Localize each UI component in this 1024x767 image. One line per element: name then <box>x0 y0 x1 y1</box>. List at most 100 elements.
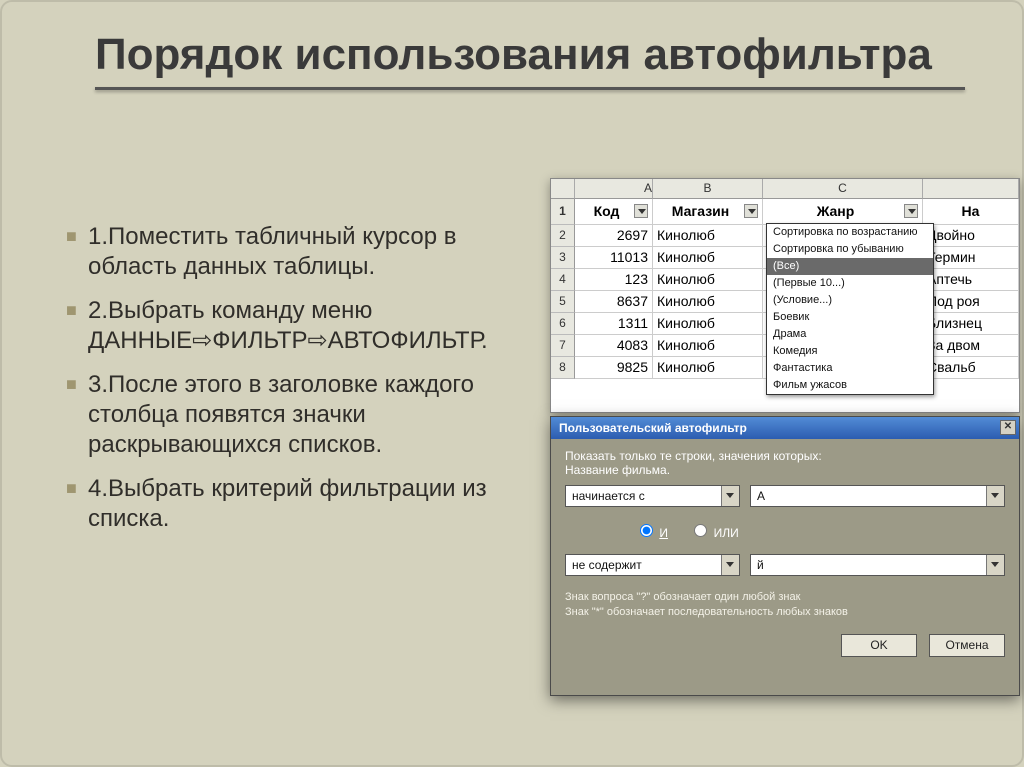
header-text: Магазин <box>672 203 729 219</box>
cell-code[interactable]: 4083 <box>575 335 653 357</box>
bullet-mark: ■ <box>60 474 88 534</box>
slide: Порядок использования автофильтра ■ 1.По… <box>0 0 1024 767</box>
bullet-item: ■ 2.Выбрать команду меню ДАННЫЕ⇨ФИЛЬТР⇨А… <box>60 296 520 356</box>
row-number: 8 <box>551 357 575 379</box>
bullet-item: ■ 3.После этого в заголовке каждого стол… <box>60 370 520 460</box>
cell-name[interactable]: Свальб <box>923 357 1019 379</box>
bullet-item: ■ 4.Выбрать критерий фильтрации из списк… <box>60 474 520 534</box>
cell-name[interactable]: Близнец <box>923 313 1019 335</box>
excel-preview: A B C 1 Код Магазин Жанр На 22697К <box>550 178 1020 413</box>
dropdown-item[interactable]: (Условие...) <box>767 292 933 309</box>
row-number: 1 <box>551 199 575 225</box>
col-letter: A <box>575 179 653 199</box>
dialog-body: Показать только те строки, значения кото… <box>551 439 1019 665</box>
header-cell[interactable]: Магазин <box>653 199 763 225</box>
row-number: 3 <box>551 247 575 269</box>
ok-button[interactable]: OK <box>841 634 917 657</box>
dialog-title-bar: Пользовательский автофильтр ✕ <box>551 417 1019 439</box>
cell-shop[interactable]: Кинолюб <box>653 225 763 247</box>
criteria-row: не содержит й <box>565 554 1005 576</box>
dropdown-item[interactable]: Комедия <box>767 343 933 360</box>
value-combo[interactable]: й <box>750 554 1005 576</box>
header-cell[interactable]: Жанр <box>763 199 923 225</box>
dropdown-item[interactable]: Сортировка по убыванию <box>767 241 933 258</box>
cell-shop[interactable]: Кинолюб <box>653 247 763 269</box>
bullet-text: 2.Выбрать команду меню ДАННЫЕ⇨ФИЛЬТР⇨АВТ… <box>88 296 520 356</box>
bullet-mark: ■ <box>60 370 88 460</box>
dialog-prompt: Показать только те строки, значения кото… <box>565 449 1005 463</box>
cell-shop[interactable]: Кинолюб <box>653 269 763 291</box>
dropdown-item[interactable]: (Первые 10...) <box>767 275 933 292</box>
cell-name[interactable]: Двойно <box>923 225 1019 247</box>
chevron-down-icon[interactable] <box>986 555 1004 575</box>
row-number: 6 <box>551 313 575 335</box>
filter-caret-icon[interactable] <box>634 204 648 218</box>
cell-name[interactable]: Аптечь <box>923 269 1019 291</box>
chevron-down-icon[interactable] <box>721 486 739 506</box>
cell-code[interactable]: 8637 <box>575 291 653 313</box>
bullet-list: ■ 1.Поместить табличный курсор в область… <box>60 222 520 548</box>
bullet-text: 1.Поместить табличный курсор в область д… <box>88 222 520 282</box>
cell-code[interactable]: 123 <box>575 269 653 291</box>
row-number: 7 <box>551 335 575 357</box>
cell-code[interactable]: 11013 <box>575 247 653 269</box>
cell-shop[interactable]: Кинолюб <box>653 335 763 357</box>
bullet-mark: ■ <box>60 222 88 282</box>
chevron-down-icon[interactable] <box>986 486 1004 506</box>
slide-title: Порядок использования автофильтра <box>95 30 975 79</box>
hint-text: Знак вопроса "?" обозначает один любой з… <box>565 590 1005 620</box>
cell-shop[interactable]: Кинолюб <box>653 357 763 379</box>
row-number: 2 <box>551 225 575 247</box>
header-cell[interactable]: Код <box>575 199 653 225</box>
header-text: На <box>962 203 980 219</box>
cell-shop[interactable]: Кинолюб <box>653 291 763 313</box>
header-text: Код <box>594 203 620 219</box>
bullet-text: 3.После этого в заголовке каждого столбц… <box>88 370 520 460</box>
col-letter: C <box>763 179 923 199</box>
row-number: 5 <box>551 291 575 313</box>
dropdown-item[interactable]: Фильм ужасов <box>767 377 933 394</box>
bullet-mark: ■ <box>60 296 88 356</box>
filter-dropdown[interactable]: Сортировка по возрастаниюСортировка по у… <box>766 223 934 395</box>
close-icon[interactable]: ✕ <box>1000 420 1016 435</box>
cell-name[interactable]: Под роя <box>923 291 1019 313</box>
dropdown-item[interactable]: Драма <box>767 326 933 343</box>
bullet-text: 4.Выбрать критерий фильтрации из списка. <box>88 474 520 534</box>
value-combo[interactable]: А <box>750 485 1005 507</box>
dropdown-item[interactable]: (Все) <box>767 258 933 275</box>
radio-and[interactable]: И <box>635 526 668 540</box>
dropdown-item[interactable]: Боевик <box>767 309 933 326</box>
filter-caret-icon[interactable] <box>904 204 918 218</box>
logic-radios: И ИЛИ <box>565 515 1005 546</box>
excel-column-letters: A B C <box>551 179 1019 199</box>
cell-code[interactable]: 2697 <box>575 225 653 247</box>
cell-name[interactable]: Термин <box>923 247 1019 269</box>
operator-combo[interactable]: начинается с <box>565 485 740 507</box>
cell-shop[interactable]: Кинолюб <box>653 313 763 335</box>
col-letter <box>923 179 1019 199</box>
cancel-button[interactable]: Отмена <box>929 634 1005 657</box>
dropdown-item[interactable]: Сортировка по возрастанию <box>767 224 933 241</box>
chevron-down-icon[interactable] <box>721 555 739 575</box>
header-row: 1 Код Магазин Жанр На <box>551 199 1019 225</box>
custom-autofilter-dialog: Пользовательский автофильтр ✕ Показать т… <box>550 416 1020 696</box>
radio-or[interactable]: ИЛИ <box>689 526 738 540</box>
title-underline <box>95 87 965 90</box>
title-block: Порядок использования автофильтра <box>95 30 975 90</box>
cell-code[interactable]: 9825 <box>575 357 653 379</box>
criteria-row: начинается с А <box>565 485 1005 507</box>
cell-code[interactable]: 1311 <box>575 313 653 335</box>
col-letter: B <box>653 179 763 199</box>
row-number: 4 <box>551 269 575 291</box>
header-cell[interactable]: На <box>923 199 1019 225</box>
dropdown-item[interactable]: Фантастика <box>767 360 933 377</box>
dialog-field-label: Название фильма. <box>565 463 1005 477</box>
filter-caret-icon[interactable] <box>744 204 758 218</box>
operator-combo[interactable]: не содержит <box>565 554 740 576</box>
header-text: Жанр <box>817 203 855 219</box>
corner-cell <box>551 179 575 199</box>
dialog-title: Пользовательский автофильтр <box>559 421 747 435</box>
bullet-item: ■ 1.Поместить табличный курсор в область… <box>60 222 520 282</box>
cell-name[interactable]: За двом <box>923 335 1019 357</box>
dialog-buttons: OK Отмена <box>565 634 1005 657</box>
